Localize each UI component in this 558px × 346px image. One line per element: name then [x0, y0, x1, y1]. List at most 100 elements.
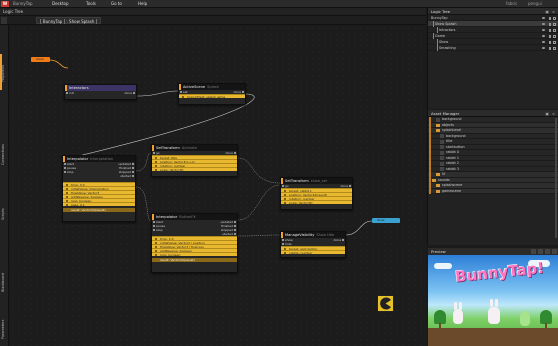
node-manage-visibility[interactable]: ManageVisibility Show title show done hide… [280, 231, 346, 258]
tab-blackboard[interactable]: Blackboard [1, 263, 8, 303]
output-port-icon[interactable] [234, 152, 236, 154]
visibility-eye-icon[interactable] [542, 23, 545, 25]
input-port-icon[interactable] [64, 163, 66, 165]
user-fabric[interactable]: fabric [506, 1, 517, 7]
close-icon[interactable]: × [552, 110, 555, 117]
visibility-eye-icon[interactable] [542, 29, 545, 31]
visibility-eye-icon[interactable] [542, 17, 545, 19]
checkbox-icon[interactable] [553, 40, 556, 44]
pin-icon[interactable]: ▣ [545, 8, 549, 15]
asset-list: background objects splashLevel background ti… [428, 117, 558, 194]
lock-icon[interactable] [549, 40, 551, 44]
output-port-icon[interactable] [234, 225, 236, 227]
lock-icon[interactable] [549, 28, 551, 32]
node-param[interactable]: visible: number [281, 250, 345, 254]
node-set-transform-2[interactable]: SetTransform show_ser go done target: rab… [280, 177, 353, 210]
node-active-scene[interactable]: ActiveScene Splash set done SceneToSet: s… [178, 83, 246, 105]
lock-icon[interactable] [549, 46, 551, 50]
checkbox-icon[interactable] [553, 16, 556, 20]
tab-scripts[interactable]: Scripts [1, 200, 8, 228]
checkbox-icon[interactable] [553, 22, 556, 26]
menu-goto[interactable]: Go to [111, 1, 122, 7]
image-thumbnail-icon [440, 167, 444, 172]
node-set-transform-1[interactable]: SetTransform Animate go done target: titl… [151, 144, 238, 177]
input-port-icon[interactable] [282, 185, 284, 187]
output-port-icon[interactable] [132, 171, 134, 173]
input-port-icon[interactable] [282, 239, 284, 241]
asset-scrollbar[interactable] [555, 118, 557, 238]
port-label-in: init [69, 91, 74, 95]
node-param[interactable]: scale: Vector3D [152, 167, 237, 171]
checkbox-icon[interactable] [553, 46, 556, 50]
folder-icon [436, 129, 440, 132]
input-port-icon[interactable] [282, 243, 284, 245]
lock-icon[interactable] [549, 16, 551, 20]
input-port-icon[interactable] [153, 221, 155, 223]
node-interpolator-2[interactable]: Interpolator ButtonFX start updated pause f… [151, 213, 238, 273]
app-logo-icon[interactable]: W [1, 1, 9, 7]
folder-icon [432, 178, 436, 182]
close-icon[interactable]: × [552, 8, 555, 15]
stop-icon[interactable] [538, 249, 543, 254]
output-port-icon[interactable] [349, 185, 351, 187]
visibility-eye-icon[interactable] [542, 41, 545, 43]
input-port-icon[interactable] [153, 229, 155, 231]
bunny-ear [459, 302, 462, 310]
node-result[interactable]: result: Vector3d(result) [152, 258, 237, 262]
settings-icon[interactable] [545, 249, 550, 254]
breadcrumb[interactable]: [ BunnyTap ] : Show Splash ] [36, 17, 102, 24]
menu-help[interactable]: Help [138, 1, 147, 7]
menu-desktop[interactable]: Desktop [52, 1, 69, 7]
node-title: Interpolator [156, 215, 178, 219]
node-param[interactable]: ease: 0.1 [63, 202, 135, 206]
output-port-icon[interactable] [132, 163, 134, 165]
input-port-icon[interactable] [66, 92, 68, 94]
node-subtitle: Splash [207, 85, 219, 89]
input-port-icon[interactable] [153, 225, 155, 227]
output-port-icon[interactable] [234, 221, 236, 223]
output-port-icon[interactable] [133, 92, 135, 94]
user-pengui[interactable]: pengui [528, 1, 542, 7]
output-port-icon[interactable] [242, 91, 244, 93]
visibility-eye-icon[interactable] [542, 35, 545, 37]
output-port-icon[interactable] [342, 239, 344, 241]
node-interactors[interactable]: Interactors init done [64, 84, 137, 100]
done-exit-node[interactable]: done [372, 218, 400, 223]
checkbox-icon[interactable] [553, 28, 556, 32]
node-param[interactable]: SceneToSet: splash game [179, 94, 245, 98]
lock-icon[interactable] [549, 22, 551, 26]
output-port-icon[interactable] [234, 233, 236, 235]
show-entry-node[interactable]: show [31, 57, 50, 62]
output-port-icon[interactable] [132, 175, 134, 177]
menu-icon[interactable] [1, 17, 7, 24]
logic-tree-row[interactable]: Smashing [428, 45, 558, 51]
tab-properties[interactable]: Properties [1, 55, 8, 91]
node-interpolator-1[interactable]: Interpolator Interpolation start updated p… [62, 155, 136, 222]
logic-canvas[interactable]: show Interactors init done ActiveScene Sp… [10, 25, 426, 346]
node-param[interactable]: loop: boolean [152, 252, 237, 256]
input-port-icon[interactable] [64, 171, 66, 173]
node-param[interactable]: scale: Vector3D [281, 200, 352, 204]
visibility-eye-icon[interactable] [542, 47, 545, 49]
output-port-icon[interactable] [132, 167, 134, 169]
input-port-icon[interactable] [180, 91, 182, 93]
lock-icon[interactable] [549, 34, 551, 38]
input-port-icon[interactable] [64, 167, 66, 169]
input-port-icon[interactable] [153, 152, 155, 154]
asset-row[interactable]: gamescene [428, 188, 558, 194]
show-entry-label: show [36, 57, 44, 61]
output-port-icon[interactable] [234, 229, 236, 231]
close-icon[interactable] [552, 249, 557, 254]
tab-connections[interactable]: Connections [1, 133, 8, 177]
checkbox-icon[interactable] [553, 34, 556, 38]
node-result[interactable]: result: Vector3d(result) [63, 208, 135, 212]
game-preview-viewport[interactable]: BunnyTap! [428, 255, 558, 346]
pacman-icon[interactable] [377, 295, 394, 312]
logic-tree-title: Logic Tree [431, 9, 451, 14]
pin-icon[interactable]: ▣ [545, 110, 549, 117]
menu-tools[interactable]: Tools [86, 1, 96, 7]
tab-parameters[interactable]: Parameters [1, 313, 8, 345]
node-subtitle: Show title [316, 233, 335, 237]
play-icon[interactable] [531, 249, 536, 254]
image-thumbnail-icon [436, 117, 440, 122]
